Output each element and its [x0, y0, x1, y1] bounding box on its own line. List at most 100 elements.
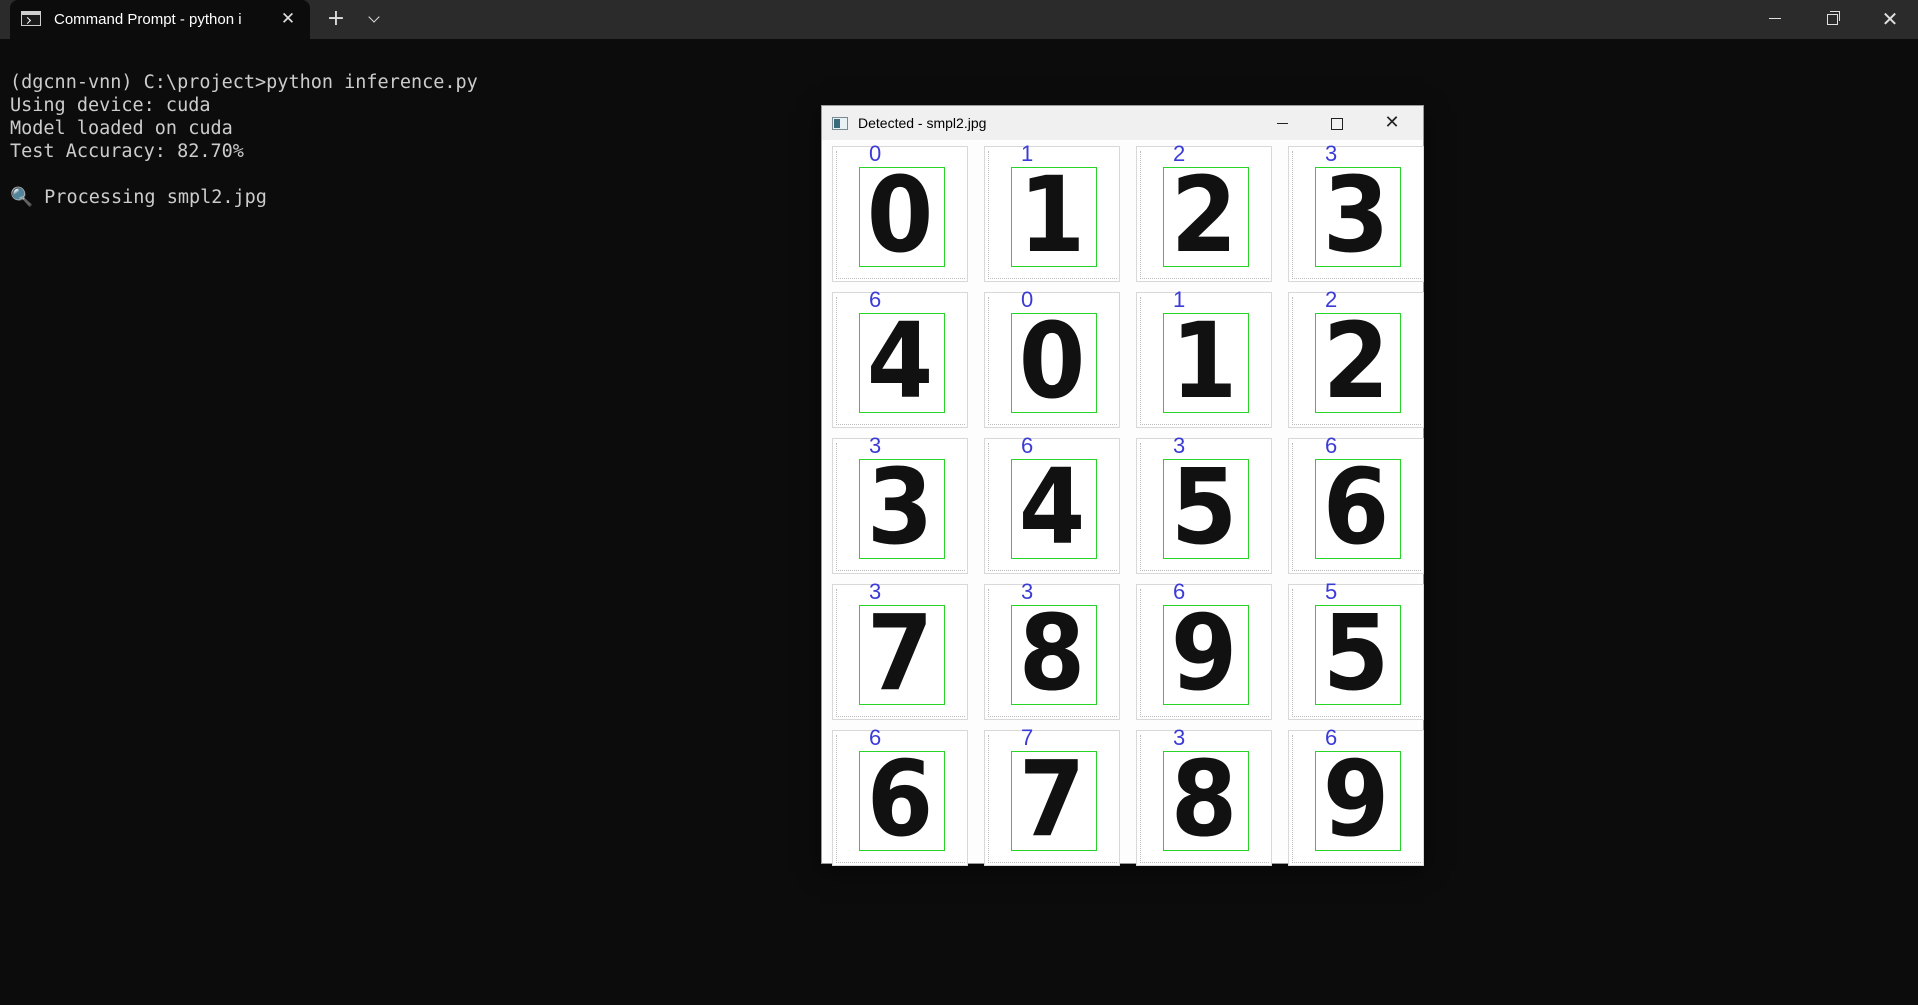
- digit-cell: 83: [984, 579, 1120, 720]
- digit-cell: 33: [832, 433, 968, 574]
- terminal-line: Test Accuracy: 82.70%: [10, 141, 244, 162]
- prediction-label: 0: [1021, 287, 1034, 312]
- x-axis: [1292, 861, 1421, 863]
- prediction-label: 1: [1173, 287, 1186, 312]
- bounding-box: [1163, 751, 1249, 851]
- prediction-label: 2: [1173, 141, 1186, 166]
- prediction-label: 6: [869, 287, 882, 312]
- detection-image: 0011223346001122334653667383965566778396: [826, 141, 1424, 866]
- x-axis: [1140, 715, 1269, 717]
- x-axis: [988, 423, 1117, 425]
- digit-cell: 33: [1288, 141, 1424, 282]
- x-axis: [836, 861, 965, 863]
- x-axis: [988, 569, 1117, 571]
- tab-title: Command Prompt - python i: [54, 11, 242, 28]
- x-axis: [836, 423, 965, 425]
- x-axis: [1292, 715, 1421, 717]
- prediction-label: 3: [869, 433, 882, 458]
- detected-window[interactable]: Detected - smpl2.jpg ✕ 00112233460011223…: [821, 105, 1424, 866]
- prediction-label: 0: [869, 141, 882, 166]
- popup-title: Detected - smpl2.jpg: [858, 115, 987, 131]
- bounding-box: [1315, 167, 1401, 267]
- prediction-label: 6: [1325, 433, 1338, 458]
- digit-cell: 96: [1288, 725, 1424, 866]
- bounding-box: [1163, 459, 1249, 559]
- x-axis: [836, 277, 965, 279]
- digit-cell: 11: [1136, 287, 1272, 428]
- prediction-label: 6: [1173, 579, 1186, 604]
- prediction-label: 3: [1173, 725, 1186, 750]
- x-axis: [1140, 277, 1269, 279]
- terminal-icon: [21, 11, 41, 26]
- digit-cell: 55: [1288, 579, 1424, 720]
- digit-cell: 11: [984, 141, 1120, 282]
- close-button[interactable]: ✕: [1862, 0, 1918, 39]
- x-axis: [988, 861, 1117, 863]
- prediction-label: 5: [1325, 579, 1338, 604]
- bounding-box: [859, 605, 945, 705]
- bounding-box: [859, 459, 945, 559]
- chevron-down-icon[interactable]: [360, 7, 388, 31]
- digit-cell: 22: [1136, 141, 1272, 282]
- tab-command-prompt[interactable]: Command Prompt - python i ✕: [10, 0, 310, 39]
- digit-cell: 96: [1136, 579, 1272, 720]
- digit-cell: 83: [1136, 725, 1272, 866]
- digit-cell: 66: [1288, 433, 1424, 574]
- new-tab-button[interactable]: +: [322, 7, 350, 31]
- bounding-box: [859, 313, 945, 413]
- prediction-label: 6: [1021, 433, 1034, 458]
- bounding-box: [1011, 167, 1097, 267]
- bounding-box: [1163, 313, 1249, 413]
- popup-maximize-button[interactable]: [1316, 112, 1356, 134]
- bounding-box: [1011, 605, 1097, 705]
- terminal-line: Model loaded on cuda: [10, 118, 233, 139]
- popup-title-bar[interactable]: Detected - smpl2.jpg ✕: [822, 106, 1423, 140]
- prediction-label: 7: [1021, 725, 1034, 750]
- x-axis: [836, 569, 965, 571]
- digit-cell: 53: [1136, 433, 1272, 574]
- digit-cell: 00: [984, 287, 1120, 428]
- title-bar: Command Prompt - python i ✕ + ✕: [0, 0, 1918, 39]
- prediction-label: 3: [1325, 141, 1338, 166]
- bounding-box: [859, 751, 945, 851]
- popup-close-button[interactable]: ✕: [1372, 112, 1412, 134]
- bounding-box: [1011, 459, 1097, 559]
- digit-cell: 00: [832, 141, 968, 282]
- bounding-box: [859, 167, 945, 267]
- x-axis: [1140, 423, 1269, 425]
- prediction-label: 3: [869, 579, 882, 604]
- bounding-box: [1163, 167, 1249, 267]
- x-axis: [836, 715, 965, 717]
- prediction-label: 3: [1173, 433, 1186, 458]
- x-axis: [1292, 569, 1421, 571]
- digit-cell: 22: [1288, 287, 1424, 428]
- terminal-line: (dgcnn-vnn) C:\project>python inference.…: [10, 72, 478, 93]
- x-axis: [988, 715, 1117, 717]
- digit-cell: 46: [832, 287, 968, 428]
- prediction-label: 2: [1325, 287, 1338, 312]
- bounding-box: [1315, 751, 1401, 851]
- popup-minimize-button[interactable]: [1262, 112, 1302, 134]
- restore-button[interactable]: [1804, 0, 1860, 39]
- prediction-label: 1: [1021, 141, 1034, 166]
- minimize-button[interactable]: [1747, 0, 1803, 39]
- x-axis: [1292, 277, 1421, 279]
- terminal-line: Using device: cuda: [10, 95, 211, 116]
- bounding-box: [1163, 605, 1249, 705]
- terminal-line: 🔍 Processing smpl2.jpg: [10, 187, 267, 208]
- bounding-box: [1011, 751, 1097, 851]
- prediction-label: 6: [1325, 725, 1338, 750]
- x-axis: [1292, 423, 1421, 425]
- digit-cell: 73: [832, 579, 968, 720]
- x-axis: [1140, 861, 1269, 863]
- prediction-label: 6: [869, 725, 882, 750]
- bounding-box: [1011, 313, 1097, 413]
- x-axis: [988, 277, 1117, 279]
- tab-close-icon[interactable]: ✕: [276, 7, 300, 31]
- digit-cell: 46: [984, 433, 1120, 574]
- bounding-box: [1315, 605, 1401, 705]
- image-window-icon: [832, 117, 848, 130]
- digit-cell: 77: [984, 725, 1120, 866]
- terminal-output[interactable]: (dgcnn-vnn) C:\project>python inference.…: [10, 71, 478, 209]
